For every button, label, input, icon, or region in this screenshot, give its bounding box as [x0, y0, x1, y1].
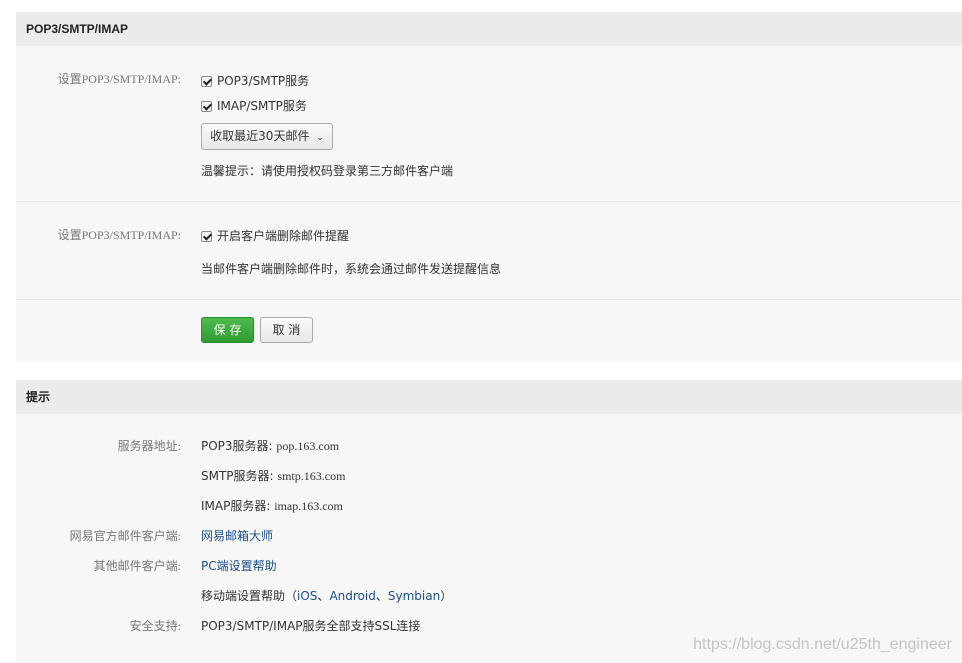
- pop3-server-value: pop.163.com: [276, 439, 340, 453]
- pop3-server-prefix: POP3服务器:: [201, 439, 277, 453]
- imap-server-value: imap.163.com: [274, 499, 343, 513]
- auth-code-hint: 温馨提示：请使用授权码登录第三方邮件客户端: [201, 164, 454, 178]
- symbian-link[interactable]: Symbian: [388, 589, 440, 603]
- android-link[interactable]: Android: [329, 589, 375, 603]
- checkbox-checked-icon[interactable]: [201, 231, 212, 242]
- checkbox-checked-icon[interactable]: [201, 76, 212, 87]
- pop3-smtp-label: POP3/SMTP服务: [217, 74, 310, 88]
- imap-smtp-label: IMAP/SMTP服务: [217, 99, 307, 113]
- delete-reminder-desc: 当邮件客户端删除邮件时，系统会通过邮件发送提醒信息: [201, 262, 502, 276]
- divider: [16, 201, 962, 202]
- checkbox-checked-icon[interactable]: [201, 101, 212, 112]
- other-client-label: 其他邮件客户端:: [93, 559, 181, 573]
- smtp-server: SMTP服务器: smtp.163.com: [201, 467, 345, 484]
- save-button[interactable]: 保 存: [201, 317, 254, 343]
- tips-panel-title: 提示: [16, 380, 962, 414]
- pop3-server: POP3服务器: pop.163.com: [201, 437, 339, 454]
- security-label: 安全支持:: [129, 619, 181, 633]
- mail-master-link[interactable]: 网易邮箱大师: [201, 527, 273, 544]
- divider: [16, 299, 962, 300]
- server-address-label: 服务器地址:: [117, 439, 181, 453]
- tips-panel: 提示 服务器地址: POP3服务器: pop.163.com SMTP服务器: …: [16, 380, 962, 663]
- mobile-help: 移动端设置帮助（iOS、Android、Symbian）: [201, 587, 452, 604]
- imap-smtp-checkbox[interactable]: IMAP/SMTP服务: [201, 97, 307, 114]
- setting-label-services: 设置POP3/SMTP/IMAP:: [57, 72, 181, 86]
- imap-server: IMAP服务器: imap.163.com: [201, 497, 343, 514]
- receive-range-dropdown[interactable]: 收取最近30天邮件 ⌄: [201, 123, 333, 150]
- imap-server-prefix: IMAP服务器:: [201, 499, 275, 513]
- watermark: https://blog.csdn.net/u25th_engineer: [693, 636, 952, 653]
- delete-reminder-checkbox[interactable]: 开启客户端删除邮件提醒: [201, 227, 349, 244]
- smtp-server-prefix: SMTP服务器:: [201, 469, 278, 483]
- mobile-help-prefix: 移动端设置帮助（: [201, 589, 298, 603]
- security-support: POP3/SMTP/IMAP服务全部支持SSL连接: [201, 619, 421, 633]
- smtp-server-value: smtp.163.com: [277, 469, 346, 483]
- delete-reminder-label: 开启客户端删除邮件提醒: [217, 229, 350, 243]
- pop3-panel-title: POP3/SMTP/IMAP: [16, 12, 962, 46]
- separator: 、: [317, 589, 330, 603]
- mobile-help-suffix: ）: [440, 589, 453, 603]
- pc-help-link[interactable]: PC端设置帮助: [201, 557, 277, 574]
- cancel-button[interactable]: 取 消: [260, 317, 313, 343]
- pop3-smtp-checkbox[interactable]: POP3/SMTP服务: [201, 72, 309, 89]
- official-client-label: 网易官方邮件客户端:: [69, 529, 181, 543]
- pop3-settings-panel: POP3/SMTP/IMAP 设置POP3/SMTP/IMAP: POP3/SM…: [16, 12, 962, 362]
- separator: 、: [375, 589, 388, 603]
- chevron-down-icon: ⌄: [316, 133, 324, 143]
- receive-range-value: 收取最近30天邮件: [210, 129, 310, 143]
- ios-link[interactable]: iOS: [297, 589, 317, 603]
- setting-label-delete: 设置POP3/SMTP/IMAP:: [57, 228, 181, 242]
